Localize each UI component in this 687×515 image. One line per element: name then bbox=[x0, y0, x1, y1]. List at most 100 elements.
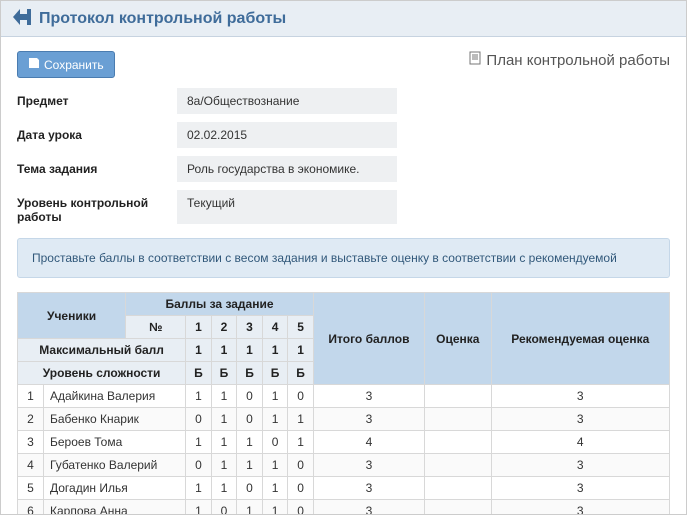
score-cell[interactable]: 1 bbox=[186, 385, 212, 408]
total-cell: 3 bbox=[313, 500, 424, 515]
total-cell: 3 bbox=[313, 454, 424, 477]
student-name: Бероев Тома bbox=[44, 431, 186, 454]
recommended-cell: 3 bbox=[491, 385, 669, 408]
student-name: Бабенко Кнарик bbox=[44, 408, 186, 431]
score-cell[interactable]: 1 bbox=[288, 408, 314, 431]
plan-link[interactable]: План контрольной работы bbox=[468, 51, 670, 69]
score-cell[interactable]: 1 bbox=[211, 454, 237, 477]
grade-cell[interactable] bbox=[425, 454, 492, 477]
score-cell[interactable]: 0 bbox=[288, 477, 314, 500]
save-icon bbox=[28, 57, 40, 72]
task-col-1: 1 bbox=[186, 316, 212, 339]
score-cell[interactable]: 1 bbox=[211, 408, 237, 431]
score-cell[interactable]: 1 bbox=[237, 431, 263, 454]
recommended-cell: 3 bbox=[491, 477, 669, 500]
diff-3: Б bbox=[237, 362, 263, 385]
diff-5: Б bbox=[288, 362, 314, 385]
student-name: Губатенко Валерий bbox=[44, 454, 186, 477]
student-name: Догадин Илья bbox=[44, 477, 186, 500]
score-cell[interactable]: 1 bbox=[186, 477, 212, 500]
score-cell[interactable]: 1 bbox=[262, 385, 288, 408]
score-cell[interactable]: 1 bbox=[262, 500, 288, 515]
back-icon[interactable] bbox=[13, 9, 31, 28]
student-name: Карпова Анна bbox=[44, 500, 186, 515]
score-cell[interactable]: 0 bbox=[237, 477, 263, 500]
grades-table: Ученики Баллы за задание Итого баллов Оц… bbox=[17, 292, 670, 515]
score-cell[interactable]: 1 bbox=[262, 454, 288, 477]
max-4: 1 bbox=[262, 339, 288, 362]
hint-box: Проставьте баллы в соответствии с весом … bbox=[17, 238, 670, 278]
score-cell[interactable]: 1 bbox=[211, 477, 237, 500]
plan-link-label: План контрольной работы bbox=[486, 52, 670, 69]
topic-value: Роль государства в экономике. bbox=[177, 156, 397, 182]
grade-cell[interactable] bbox=[425, 385, 492, 408]
score-cell[interactable]: 1 bbox=[288, 431, 314, 454]
level-value: Текущий bbox=[177, 190, 397, 224]
score-cell[interactable]: 1 bbox=[186, 431, 212, 454]
table-row: 3Бероев Тома1110144 bbox=[18, 431, 670, 454]
row-number: 5 bbox=[18, 477, 44, 500]
task-col-2: 2 bbox=[211, 316, 237, 339]
task-col-4: 4 bbox=[262, 316, 288, 339]
score-cell[interactable]: 1 bbox=[211, 385, 237, 408]
col-grade: Оценка bbox=[425, 293, 492, 385]
grade-cell[interactable] bbox=[425, 500, 492, 515]
table-row: 2Бабенко Кнарик0101133 bbox=[18, 408, 670, 431]
save-button[interactable]: Сохранить bbox=[17, 51, 115, 78]
total-cell: 3 bbox=[313, 408, 424, 431]
score-cell[interactable]: 1 bbox=[186, 500, 212, 515]
table-row: 6Карпова Анна1011033 bbox=[18, 500, 670, 515]
subject-label: Предмет bbox=[17, 88, 177, 114]
max-3: 1 bbox=[237, 339, 263, 362]
row-number: 6 bbox=[18, 500, 44, 515]
col-points: Баллы за задание bbox=[126, 293, 314, 316]
score-cell[interactable]: 1 bbox=[262, 408, 288, 431]
row-number: 4 bbox=[18, 454, 44, 477]
score-cell[interactable]: 0 bbox=[288, 385, 314, 408]
score-cell[interactable]: 1 bbox=[237, 500, 263, 515]
max-1: 1 bbox=[186, 339, 212, 362]
score-cell[interactable]: 0 bbox=[186, 454, 212, 477]
recommended-cell: 3 bbox=[491, 500, 669, 515]
score-cell[interactable]: 1 bbox=[237, 454, 263, 477]
table-row: 4Губатенко Валерий0111033 bbox=[18, 454, 670, 477]
total-cell: 3 bbox=[313, 477, 424, 500]
total-cell: 3 bbox=[313, 385, 424, 408]
diff-4: Б bbox=[262, 362, 288, 385]
score-cell[interactable]: 0 bbox=[186, 408, 212, 431]
score-cell[interactable]: 0 bbox=[288, 454, 314, 477]
student-name: Адайкина Валерия bbox=[44, 385, 186, 408]
row-difflabel: Уровень сложности bbox=[18, 362, 186, 385]
level-label: Уровень контрольной работы bbox=[17, 190, 177, 224]
col-total: Итого баллов bbox=[313, 293, 424, 385]
row-number: 3 bbox=[18, 431, 44, 454]
score-cell[interactable]: 1 bbox=[262, 477, 288, 500]
score-cell[interactable]: 0 bbox=[262, 431, 288, 454]
score-cell[interactable]: 0 bbox=[211, 500, 237, 515]
score-cell[interactable]: 1 bbox=[211, 431, 237, 454]
page-header: Протокол контрольной работы bbox=[1, 1, 686, 37]
table-row: 1Адайкина Валерия1101033 bbox=[18, 385, 670, 408]
task-col-5: 5 bbox=[288, 316, 314, 339]
grade-cell[interactable] bbox=[425, 431, 492, 454]
subject-value: 8а/Обществознание bbox=[177, 88, 397, 114]
grade-cell[interactable] bbox=[425, 477, 492, 500]
diff-1: Б bbox=[186, 362, 212, 385]
score-cell[interactable]: 0 bbox=[288, 500, 314, 515]
col-students: Ученики bbox=[18, 293, 126, 339]
topic-label: Тема задания bbox=[17, 156, 177, 182]
document-icon bbox=[468, 51, 482, 69]
recommended-cell: 3 bbox=[491, 454, 669, 477]
score-cell[interactable]: 0 bbox=[237, 408, 263, 431]
table-row: 5Догадин Илья1101033 bbox=[18, 477, 670, 500]
recommended-cell: 3 bbox=[491, 408, 669, 431]
col-recommended: Рекомендуемая оценка bbox=[491, 293, 669, 385]
save-button-label: Сохранить bbox=[44, 58, 104, 72]
page-title: Протокол контрольной работы bbox=[39, 10, 286, 28]
max-2: 1 bbox=[211, 339, 237, 362]
task-col-3: 3 bbox=[237, 316, 263, 339]
score-cell[interactable]: 0 bbox=[237, 385, 263, 408]
date-label: Дата урока bbox=[17, 122, 177, 148]
grade-cell[interactable] bbox=[425, 408, 492, 431]
row-number: 2 bbox=[18, 408, 44, 431]
